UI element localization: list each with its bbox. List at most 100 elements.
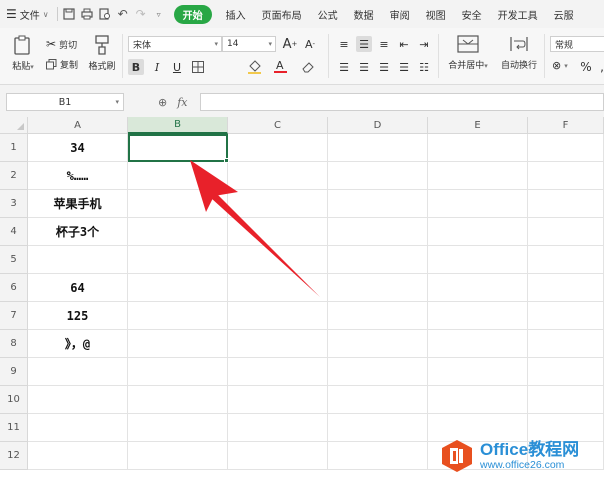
cell-f4[interactable] xyxy=(528,218,604,246)
select-all-corner[interactable] xyxy=(0,117,28,134)
cell-c3[interactable] xyxy=(228,190,328,218)
column-header-e[interactable]: E xyxy=(428,117,528,134)
cell-b2[interactable] xyxy=(128,162,228,190)
cell-b8[interactable] xyxy=(128,330,228,358)
tab-home[interactable]: 开始 xyxy=(173,0,212,28)
align-bottom-button[interactable]: ≡ xyxy=(376,36,392,52)
font-color-button[interactable]: A xyxy=(272,58,288,74)
cell-f8[interactable] xyxy=(528,330,604,358)
cell-e8[interactable] xyxy=(428,330,528,358)
clear-format-button[interactable] xyxy=(300,59,316,75)
cell-d10[interactable] xyxy=(328,386,428,414)
merge-center-button[interactable]: 合并居中▾ xyxy=(444,34,492,71)
tab-view[interactable]: 视图 xyxy=(418,0,454,28)
cell-f6[interactable] xyxy=(528,274,604,302)
cell-f5[interactable] xyxy=(528,246,604,274)
row-header-6[interactable]: 6 xyxy=(0,274,28,302)
cell-d4[interactable] xyxy=(328,218,428,246)
cell-a12[interactable] xyxy=(28,442,128,470)
tab-formulas[interactable]: 公式 xyxy=(310,0,346,28)
cell-f3[interactable] xyxy=(528,190,604,218)
cell-c1[interactable] xyxy=(228,134,328,162)
cell-d2[interactable] xyxy=(328,162,428,190)
function-icon[interactable]: fx xyxy=(177,96,187,109)
align-right-button[interactable]: ☰ xyxy=(376,59,392,75)
cut-button[interactable]: ✂ 剪切 xyxy=(46,37,77,51)
cell-c10[interactable] xyxy=(228,386,328,414)
font-name-select[interactable]: 宋体 ▾ xyxy=(128,36,222,52)
row-header-9[interactable]: 9 xyxy=(0,358,28,386)
cell-c8[interactable] xyxy=(228,330,328,358)
cell-c11[interactable] xyxy=(228,414,328,442)
increase-font-button[interactable]: A + xyxy=(282,36,298,52)
customize-dropdown-icon[interactable]: ▿ xyxy=(150,0,168,28)
cell-e5[interactable] xyxy=(428,246,528,274)
row-header-7[interactable]: 7 xyxy=(0,302,28,330)
cell-b12[interactable] xyxy=(128,442,228,470)
cell-a8[interactable]: 》，@ xyxy=(28,330,128,358)
tab-insert[interactable]: 插入 xyxy=(218,0,254,28)
row-header-4[interactable]: 4 xyxy=(0,218,28,246)
wrap-text-button[interactable]: 自动换行 xyxy=(498,34,540,71)
cell-c2[interactable] xyxy=(228,162,328,190)
column-header-a[interactable]: A xyxy=(28,117,128,134)
formula-input[interactable] xyxy=(200,93,604,111)
indent-increase-button[interactable]: ⇥ xyxy=(416,36,432,52)
cell-f2[interactable] xyxy=(528,162,604,190)
tab-data[interactable]: 数据 xyxy=(346,0,382,28)
cell-b1[interactable] xyxy=(128,134,228,162)
cell-b9[interactable] xyxy=(128,358,228,386)
save-icon[interactable] xyxy=(60,0,78,28)
row-header-8[interactable]: 8 xyxy=(0,330,28,358)
tab-page-layout[interactable]: 页面布局 xyxy=(254,0,310,28)
cell-d12[interactable] xyxy=(328,442,428,470)
column-header-b[interactable]: B xyxy=(128,117,228,134)
cell-b4[interactable] xyxy=(128,218,228,246)
cell-a2[interactable]: %…… xyxy=(28,162,128,190)
tab-developer[interactable]: 开发工具 xyxy=(490,0,546,28)
undo-icon[interactable]: ↶ xyxy=(114,0,132,28)
cell-b11[interactable] xyxy=(128,414,228,442)
align-top-button[interactable]: ≡ xyxy=(336,36,352,52)
row-header-11[interactable]: 11 xyxy=(0,414,28,442)
cell-b7[interactable] xyxy=(128,302,228,330)
cell-d3[interactable] xyxy=(328,190,428,218)
indent-decrease-button[interactable]: ⇤ xyxy=(396,36,412,52)
cell-d7[interactable] xyxy=(328,302,428,330)
row-header-5[interactable]: 5 xyxy=(0,246,28,274)
cell-e4[interactable] xyxy=(428,218,528,246)
column-header-d[interactable]: D xyxy=(328,117,428,134)
cell-c5[interactable] xyxy=(228,246,328,274)
print-preview-icon[interactable] xyxy=(96,0,114,28)
italic-button[interactable]: I xyxy=(149,59,165,75)
cell-c4[interactable] xyxy=(228,218,328,246)
cell-d6[interactable] xyxy=(328,274,428,302)
cell-f10[interactable] xyxy=(528,386,604,414)
tab-cloud[interactable]: 云服 xyxy=(546,0,574,28)
zoom-icon[interactable]: ⊕ xyxy=(158,96,167,109)
cell-a4[interactable]: 杯子3个 xyxy=(28,218,128,246)
print-icon[interactable] xyxy=(78,0,96,28)
cell-a10[interactable] xyxy=(28,386,128,414)
cell-b3[interactable] xyxy=(128,190,228,218)
distributed-button[interactable]: ☷ xyxy=(416,59,432,75)
row-header-12[interactable]: 12 xyxy=(0,442,28,470)
cell-f7[interactable] xyxy=(528,302,604,330)
cell-a9[interactable] xyxy=(28,358,128,386)
cell-d1[interactable] xyxy=(328,134,428,162)
file-menu[interactable]: ☰ 文件 ∨ xyxy=(0,0,55,28)
cell-b10[interactable] xyxy=(128,386,228,414)
fill-color-button[interactable] xyxy=(246,59,262,75)
cell-a3[interactable]: 苹果手机 xyxy=(28,190,128,218)
cell-f9[interactable] xyxy=(528,358,604,386)
align-middle-button[interactable]: ☰ xyxy=(356,36,372,52)
cell-e9[interactable] xyxy=(428,358,528,386)
number-format-select[interactable]: 常规 xyxy=(550,36,604,52)
align-center-button[interactable]: ☰ xyxy=(356,59,372,75)
tab-security[interactable]: 安全 xyxy=(454,0,490,28)
tab-review[interactable]: 审阅 xyxy=(382,0,418,28)
align-left-button[interactable]: ☰ xyxy=(336,59,352,75)
cell-d11[interactable] xyxy=(328,414,428,442)
currency-button[interactable]: ⊗ ▾ xyxy=(552,59,568,72)
cell-c7[interactable] xyxy=(228,302,328,330)
